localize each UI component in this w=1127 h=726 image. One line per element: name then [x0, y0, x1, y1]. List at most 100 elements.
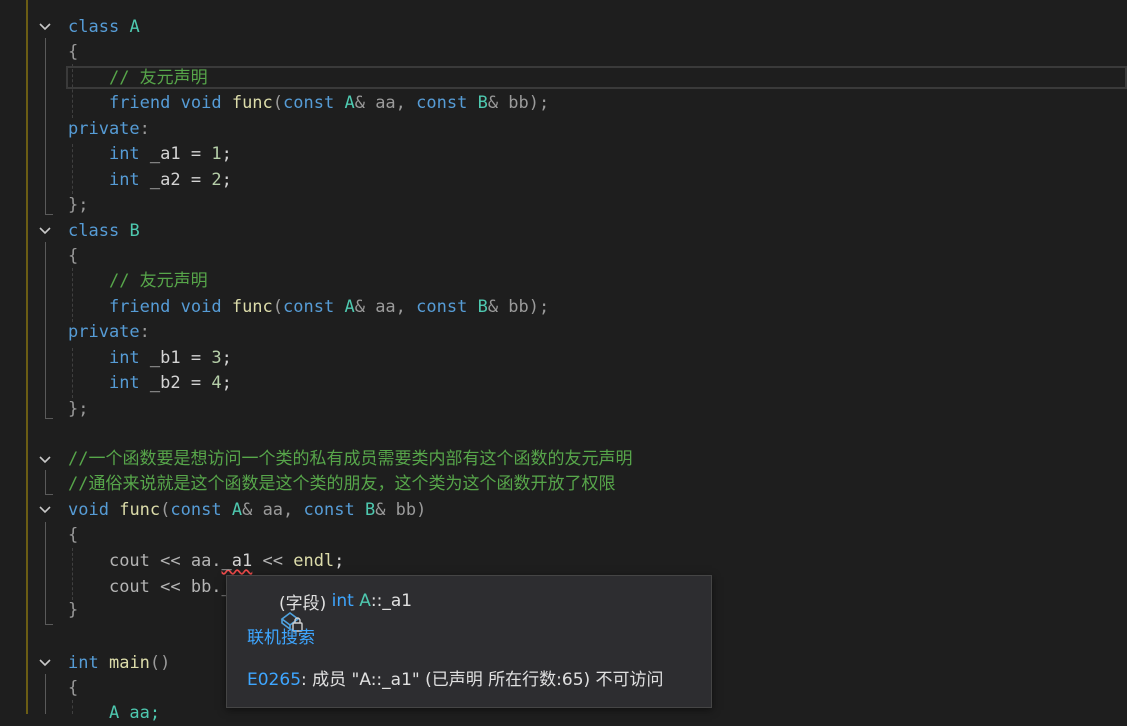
colon: : — [139, 322, 150, 342]
code-line[interactable]: class A — [68, 15, 140, 40]
brace: { — [68, 42, 79, 62]
code-line[interactable]: { — [68, 40, 78, 65]
code-line[interactable]: private: — [68, 320, 150, 345]
type-name: B — [477, 93, 488, 113]
fold-chevron-icon[interactable] — [37, 655, 53, 671]
code-line[interactable]: cout << bb._ — [68, 575, 232, 600]
fold-chevron-icon[interactable] — [37, 452, 53, 468]
code-line[interactable]: friend void func(const A& aa, const B& b… — [68, 91, 549, 116]
code-line[interactable]: int _a1 = 1; — [68, 142, 232, 167]
keyword: const — [283, 93, 335, 113]
error-message: E0265: 成员 "A::_a1" (已声明 所在行数:65) 不可访问 — [247, 665, 664, 690]
keyword: int — [68, 653, 99, 673]
param-text: & bb) — [375, 500, 427, 520]
code-line[interactable]: //通俗来说就是这个函数是这个类的朋友，这个类为这个函数开放了权限 — [68, 472, 615, 497]
keyword: void — [180, 93, 222, 113]
keyword: int — [108, 170, 140, 190]
fold-chevron-icon[interactable] — [37, 19, 53, 35]
code-line[interactable]: friend void func(const A& aa, const B& b… — [68, 295, 549, 320]
function-name: func — [231, 297, 273, 317]
member-decl: _b1 = — [139, 348, 212, 368]
brace: { — [68, 246, 79, 266]
code-line[interactable]: class B — [68, 219, 140, 244]
tooltip-header: (字段) int A::_a1 — [247, 588, 412, 632]
keyword: private — [68, 119, 140, 139]
error-code-link[interactable]: E0265 — [247, 670, 301, 690]
type-name: A — [344, 297, 355, 317]
code-line[interactable]: // 友元声明 — [68, 269, 208, 294]
class-name: B — [129, 221, 140, 241]
function-name: main — [108, 653, 150, 673]
code-line[interactable]: // 友元声明 — [68, 66, 208, 91]
current-line-highlight — [66, 66, 1127, 89]
code-line[interactable]: int _b1 = 3; — [68, 346, 232, 371]
field-lock-icon — [247, 589, 304, 632]
code-line[interactable]: { — [68, 676, 78, 701]
fold-chevron-icon[interactable] — [37, 502, 53, 518]
fold-chevron-icon[interactable] — [37, 223, 53, 239]
keyword: friend — [108, 297, 171, 317]
keyword: const — [170, 500, 222, 520]
code-line[interactable]: }; — [68, 397, 88, 422]
number: 4 — [211, 373, 222, 393]
outline-guide-end — [45, 624, 53, 625]
member-decl: _a2 = — [139, 170, 212, 190]
code-line[interactable]: int _b2 = 4; — [68, 371, 232, 396]
outline-guide-end — [45, 214, 53, 215]
brace: }; — [68, 195, 89, 215]
param-text: & aa, — [354, 93, 417, 113]
keyword: friend — [108, 93, 171, 113]
param-text: & bb); — [487, 93, 550, 113]
code-line[interactable]: } — [68, 598, 78, 623]
outline-guide-end — [45, 418, 53, 419]
type-name: B — [364, 500, 376, 520]
function-name: func — [119, 500, 161, 520]
member-decl: _b2 = — [139, 373, 212, 393]
number: 2 — [211, 170, 222, 190]
outline-guide — [45, 470, 46, 494]
code-line[interactable]: int main() — [68, 651, 170, 676]
semicolon: ; — [334, 551, 345, 571]
code-line[interactable]: cout << aa._a1 << endl; — [68, 549, 344, 574]
code-line[interactable]: { — [68, 244, 78, 269]
comment: // 友元声明 — [108, 271, 208, 291]
code-line[interactable]: { — [68, 523, 78, 548]
semicolon: ; — [221, 144, 232, 164]
error-text: : 成员 "A::_a1" (已声明 所在行数:65) 不可访问 — [301, 670, 664, 690]
outline-guide — [45, 242, 46, 418]
number: 3 — [211, 348, 222, 368]
semicolon: ; — [221, 373, 232, 393]
colon: : — [139, 119, 150, 139]
brace: } — [68, 600, 79, 620]
keyword: int — [108, 348, 140, 368]
keyword: int — [108, 144, 140, 164]
keyword: class — [68, 17, 120, 37]
number: 1 — [211, 144, 222, 164]
keyword: void — [180, 297, 222, 317]
type-name: B — [477, 297, 488, 317]
param-text: & bb); — [487, 297, 550, 317]
code-line[interactable]: private: — [68, 117, 150, 142]
outline-guide — [45, 38, 46, 214]
function-name: endl — [293, 551, 335, 571]
comment: //一个函数要是想访问一个类的私有成员需要类内部有这个函数的友元声明 — [68, 449, 633, 469]
semicolon: ; — [221, 170, 232, 190]
quickinfo-tooltip: (字段) int A::_a1 联机搜索 E0265: 成员 "A::_a1" … — [226, 575, 712, 708]
change-margin-bar — [26, 0, 28, 714]
code-line[interactable]: //一个函数要是想访问一个类的私有成员需要类内部有这个函数的友元声明 — [68, 447, 632, 472]
code-line[interactable]: void func(const A& aa, const B& bb) — [68, 498, 426, 523]
code-line[interactable]: int _a2 = 2; — [68, 168, 232, 193]
paren: ( — [272, 297, 284, 317]
comment: //通俗来说就是这个函数是这个类的朋友，这个类为这个函数开放了权限 — [68, 474, 616, 494]
paren: () — [149, 653, 171, 673]
class-name: A — [129, 17, 140, 37]
symbol-kind: (字段) — [279, 593, 332, 614]
keyword: const — [416, 93, 468, 113]
search-online-link[interactable]: 联机搜索 — [247, 623, 315, 648]
keyword: class — [68, 221, 120, 241]
code-line[interactable]: }; — [68, 193, 88, 218]
declaration: A aa; — [108, 703, 161, 723]
error-member[interactable]: _a1 — [222, 551, 253, 571]
keyword: const — [283, 297, 335, 317]
outline-guide — [45, 522, 46, 624]
